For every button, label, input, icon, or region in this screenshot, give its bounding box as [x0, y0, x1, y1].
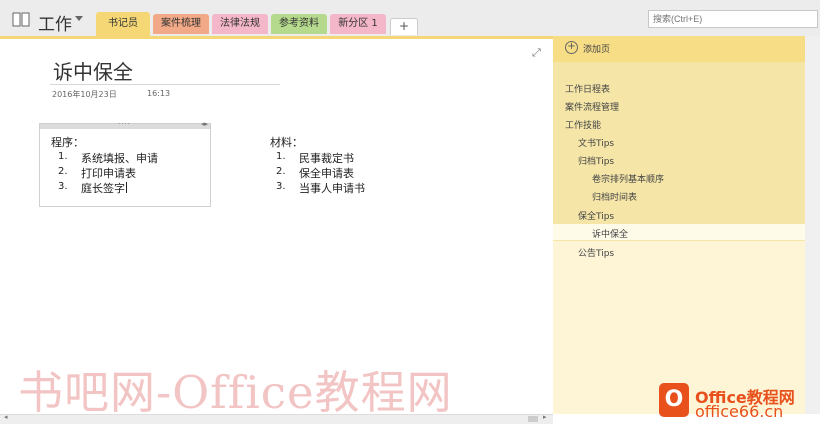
tab-section-1[interactable]: 案件梳理: [153, 14, 209, 34]
section-color-bar: [0, 36, 553, 39]
list-number: 2.: [276, 166, 286, 177]
tab-section-3[interactable]: 参考资料: [271, 14, 327, 34]
chevron-down-icon[interactable]: [75, 16, 83, 21]
add-page-label: 添加页: [583, 45, 611, 55]
vertical-scrollbar[interactable]: [805, 36, 820, 414]
list-item[interactable]: 保全申请表: [299, 165, 354, 181]
list-number: 1.: [58, 151, 68, 162]
subpage-item[interactable]: 卷宗排列基本顺序: [592, 172, 664, 185]
horizontal-scrollbar[interactable]: ◂ ▸: [0, 413, 553, 424]
scroll-thumb[interactable]: [528, 416, 538, 422]
list-number: 3.: [276, 181, 286, 192]
notebook-icon[interactable]: [12, 12, 30, 27]
add-page-button[interactable]: + 添加页: [553, 36, 805, 62]
list-number: 2.: [58, 166, 68, 177]
top-bar: 工作 书记员 案件梳理 法律法规 参考资料 新分区 1 +: [0, 0, 820, 38]
tab-section-2[interactable]: 法律法规: [212, 14, 268, 34]
list-item[interactable]: 民事裁定书: [299, 150, 354, 166]
list-number: 1.: [276, 151, 286, 162]
title-divider: [50, 84, 280, 85]
page-date: 2016年10月23日: [52, 90, 117, 99]
active-page-highlight: [553, 224, 805, 240]
watermark: 书吧网-Office教程网: [18, 366, 453, 419]
expand-icon[interactable]: ⤢: [532, 46, 541, 60]
resize-handle-icon[interactable]: ◂▸: [201, 120, 208, 128]
subpage-item[interactable]: 公告Tips: [578, 246, 614, 259]
subpage-item-active[interactable]: 诉中保全: [592, 227, 628, 240]
plus-icon: +: [565, 41, 578, 54]
subpage-item[interactable]: 归档时间表: [592, 190, 637, 203]
text-cursor: [126, 182, 127, 193]
materials-label: 材料：: [270, 136, 303, 149]
drag-handle-icon[interactable]: ····: [118, 120, 131, 128]
subpage-item[interactable]: 归档Tips: [578, 154, 614, 167]
list-item-text: 庭长签字: [81, 182, 125, 195]
list-item[interactable]: 系统填报、申请: [81, 150, 158, 166]
page-time: 16:13: [147, 89, 171, 98]
list-number: 3.: [58, 181, 68, 192]
page-item[interactable]: 工作技能: [565, 118, 601, 131]
page-item[interactable]: 工作日程表: [565, 82, 610, 95]
notebook-title[interactable]: 工作: [38, 10, 72, 35]
page-item[interactable]: 案件流程管理: [565, 100, 619, 113]
tab-section-0[interactable]: 书记员: [96, 12, 150, 36]
office-logo-icon: O: [659, 383, 689, 417]
subpage-item[interactable]: 文书Tips: [578, 136, 614, 149]
tab-section-4[interactable]: 新分区 1: [330, 14, 386, 34]
page-title[interactable]: 诉中保全: [53, 56, 133, 85]
list-item[interactable]: 庭长签字: [81, 180, 127, 196]
list-item[interactable]: 当事人申请书: [299, 180, 365, 196]
search-input[interactable]: [648, 10, 818, 28]
logo-text-bottom: office66.cn: [695, 402, 784, 421]
add-section-button[interactable]: +: [390, 18, 418, 35]
procedure-label: 程序：: [51, 136, 84, 149]
scroll-right-icon[interactable]: ▸: [543, 413, 547, 421]
container-handle[interactable]: ···· ◂▸: [40, 120, 210, 129]
subpage-item[interactable]: 保全Tips: [578, 209, 614, 222]
scroll-left-icon[interactable]: ◂: [4, 413, 8, 421]
list-item[interactable]: 打印申请表: [81, 165, 136, 181]
